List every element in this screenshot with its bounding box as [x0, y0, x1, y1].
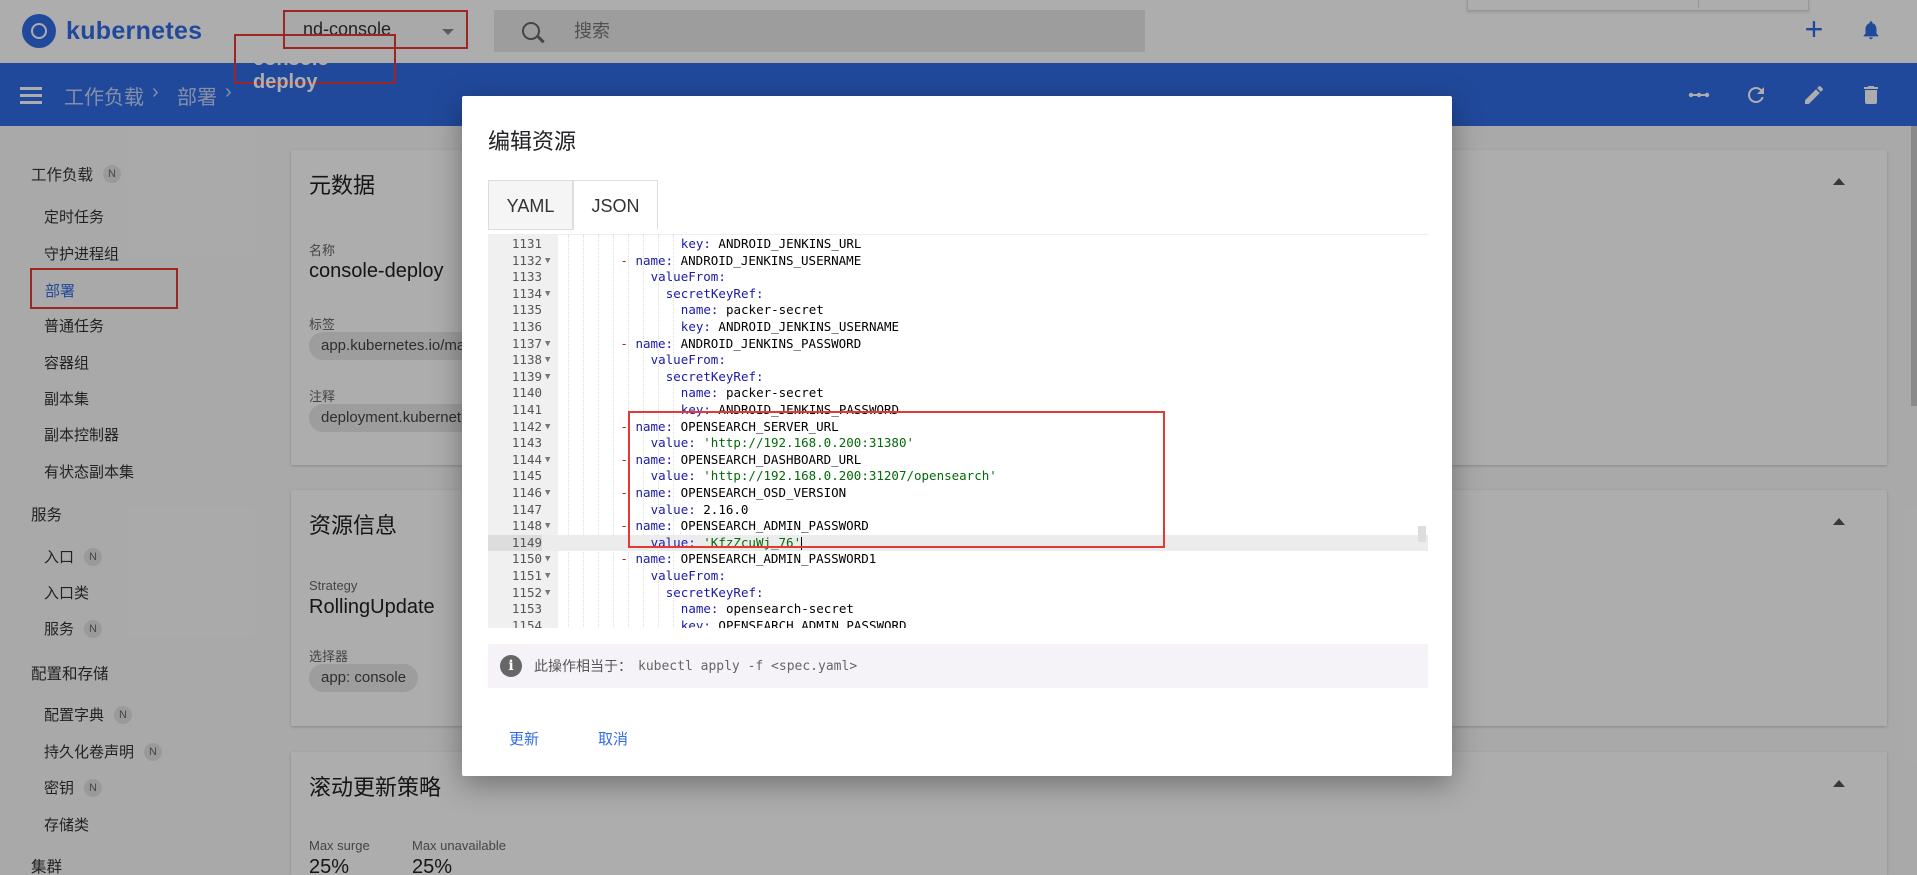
info-bar: i 此操作相当于： kubectl apply -f <spec.yaml>: [488, 644, 1428, 688]
fold-arrow-icon[interactable]: ▼: [545, 369, 550, 386]
line-number: 1138: [511, 352, 542, 368]
editor-scrollbar[interactable]: [1418, 526, 1426, 542]
code-line[interactable]: 1131 key: ANDROID_JENKINS_URL: [488, 236, 1428, 253]
fold-arrow-icon[interactable]: ▼: [545, 419, 550, 436]
code-text: key: OPENSEARCH_ADMIN_PASSWORD: [680, 617, 907, 628]
code-text: name: packer-secret: [680, 385, 824, 401]
code-line[interactable]: 1132 ▼ - name: ANDROID_JENKINS_USERNAME: [488, 253, 1428, 270]
update-button[interactable]: 更新: [509, 728, 539, 749]
line-number: 1136: [511, 319, 542, 334]
code-text: key: ANDROID_JENKINS_USERNAME: [680, 319, 900, 334]
code-text: valueFrom:: [650, 568, 726, 583]
code-line[interactable]: 1147 value: 2.16.0: [488, 502, 1428, 519]
code-line[interactable]: 1138 ▼ valueFrom:: [488, 352, 1428, 369]
tab-yaml[interactable]: YAML: [488, 180, 573, 230]
fold-arrow-icon[interactable]: ▼: [545, 452, 550, 469]
dialog-title: 编辑资源: [488, 129, 577, 154]
text-cursor: [801, 536, 803, 550]
line-number: 1149: [488, 534, 542, 552]
line-number: 1150: [511, 551, 542, 567]
line-number: 1152: [511, 584, 542, 600]
line-number: 1147: [511, 501, 542, 517]
code-text: valueFrom:: [650, 269, 726, 285]
code-text: - name: OPENSEARCH_DASHBOARD_URL: [620, 451, 862, 467]
code-text: key: ANDROID_JENKINS_URL: [680, 236, 862, 251]
code-line[interactable]: 1151 ▼ valueFrom:: [488, 568, 1428, 585]
info-command: kubectl apply -f <spec.yaml>: [638, 658, 858, 674]
fold-arrow-icon[interactable]: ▼: [545, 352, 550, 369]
code-text: secretKeyRef:: [665, 368, 764, 384]
line-number: 1131: [511, 236, 542, 251]
line-number: 1133: [511, 269, 542, 285]
code-line[interactable]: 1139 ▼ secretKeyRef:: [488, 369, 1428, 386]
code-line[interactable]: 1141 key: ANDROID_JENKINS_PASSWORD: [488, 402, 1428, 419]
code-line[interactable]: 1148 ▼ - name: OPENSEARCH_ADMIN_PASSWORD: [488, 518, 1428, 535]
code-line[interactable]: 1149 value: 'KfzZcuWj_76': [488, 534, 1428, 552]
code-text: key: ANDROID_JENKINS_PASSWORD: [680, 402, 900, 417]
code-line[interactable]: 1142 ▼ - name: OPENSEARCH_SERVER_URL: [488, 419, 1428, 436]
fold-arrow-icon[interactable]: ▼: [545, 568, 550, 585]
code-line[interactable]: 1134 ▼ secretKeyRef:: [488, 286, 1428, 303]
code-text: - name: OPENSEARCH_OSD_VERSION: [620, 485, 847, 500]
code-line[interactable]: 1143 value: 'http://192.168.0.200:31380': [488, 435, 1428, 452]
fold-arrow-icon[interactable]: ▼: [545, 585, 550, 602]
code-editor[interactable]: 1131 key: ANDROID_JENKINS_URL 1132 ▼ - name:…: [488, 234, 1428, 628]
line-number: 1151: [511, 568, 542, 583]
cancel-button[interactable]: 取消: [598, 728, 628, 749]
line-number: 1143: [511, 435, 542, 451]
code-line[interactable]: 1153 name: opensearch-secret: [488, 601, 1428, 618]
code-line[interactable]: 1133 valueFrom:: [488, 269, 1428, 286]
code-line[interactable]: 1154 key: OPENSEARCH_ADMIN_PASSWORD: [488, 618, 1428, 628]
code-line[interactable]: 1145 value: 'http://192.168.0.200:31207/o…: [488, 468, 1428, 485]
line-number: 1140: [511, 385, 542, 401]
format-tabs: YAML JSON: [488, 180, 658, 230]
tab-json[interactable]: JSON: [573, 180, 658, 230]
code-text: - name: ANDROID_JENKINS_USERNAME: [620, 252, 862, 268]
line-number: 1153: [511, 601, 542, 617]
line-number: 1144: [511, 451, 542, 467]
code-text: secretKeyRef:: [665, 285, 764, 301]
fold-arrow-icon[interactable]: ▼: [545, 485, 550, 502]
code-text: value: 'KfzZcuWj_76': [650, 534, 803, 550]
fold-arrow-icon[interactable]: ▼: [545, 551, 550, 568]
code-text: secretKeyRef:: [665, 584, 764, 600]
code-text: - name: OPENSEARCH_ADMIN_PASSWORD: [620, 518, 869, 534]
code-text: name: opensearch-secret: [680, 601, 854, 617]
fold-arrow-icon[interactable]: ▼: [545, 336, 550, 353]
line-number: 1141: [511, 402, 542, 417]
code-line[interactable]: 1137 ▼ - name: ANDROID_JENKINS_PASSWORD: [488, 336, 1428, 353]
line-number: 1139: [511, 368, 542, 384]
code-text: - name: OPENSEARCH_ADMIN_PASSWORD1: [620, 551, 877, 567]
line-number: 1145: [511, 468, 542, 484]
code-text: value: 'http://192.168.0.200:31207/opens…: [650, 468, 997, 484]
code-line[interactable]: 1136 key: ANDROID_JENKINS_USERNAME: [488, 319, 1428, 336]
code-text: value: 'http://192.168.0.200:31380': [650, 435, 914, 451]
code-line[interactable]: 1140 name: packer-secret: [488, 385, 1428, 402]
code-text: - name: OPENSEARCH_SERVER_URL: [620, 418, 839, 434]
fold-arrow-icon[interactable]: ▼: [545, 286, 550, 303]
line-number: 1134: [511, 285, 542, 301]
code-line[interactable]: 1135 name: packer-secret: [488, 302, 1428, 319]
line-number: 1148: [511, 518, 542, 534]
info-icon: i: [500, 655, 522, 677]
fold-arrow-icon[interactable]: ▼: [545, 253, 550, 270]
line-number: 1146: [511, 485, 542, 500]
code-line[interactable]: 1144 ▼ - name: OPENSEARCH_DASHBOARD_URL: [488, 452, 1428, 469]
line-number: 1135: [511, 302, 542, 318]
code-text: name: packer-secret: [680, 302, 824, 318]
code-text: value: 2.16.0: [650, 501, 749, 517]
info-text: 此操作相当于：: [534, 658, 632, 674]
code-line[interactable]: 1152 ▼ secretKeyRef:: [488, 585, 1428, 602]
edit-resource-dialog: 编辑资源 YAML JSON 1131 key: ANDROID_JENKINS_…: [462, 96, 1452, 776]
fold-arrow-icon[interactable]: ▼: [545, 518, 550, 535]
code-line[interactable]: 1146 ▼ - name: OPENSEARCH_OSD_VERSION: [488, 485, 1428, 502]
code-text: valueFrom:: [650, 352, 726, 368]
code-line[interactable]: 1150 ▼ - name: OPENSEARCH_ADMIN_PASSWORD1: [488, 551, 1428, 568]
line-number: 1142: [511, 418, 542, 434]
line-number: 1137: [511, 335, 542, 351]
line-number: 1132: [511, 252, 542, 268]
code-text: - name: ANDROID_JENKINS_PASSWORD: [620, 335, 862, 351]
line-number: 1154: [511, 617, 542, 628]
